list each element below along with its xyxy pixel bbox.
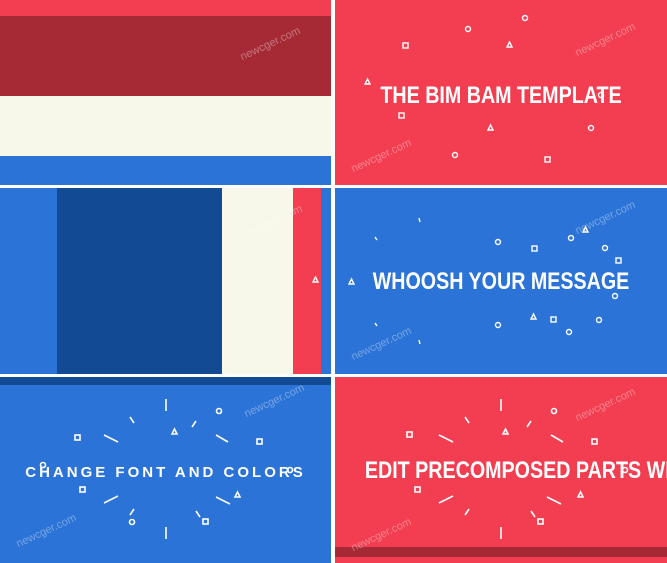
panel-flag-vertical: newcger.com <box>0 188 331 374</box>
panel-title: THE BIM BAM TEMPLATE <box>380 82 622 109</box>
panel-title: CHANGE FONT AND COLORS <box>25 464 306 481</box>
panel-whoosh: WHOOSH YOUR MESSAGE newcger.com newcger.… <box>335 188 667 374</box>
panel-title: WHOOSH YOUR MESSAGE <box>372 268 630 295</box>
panel-change-font: CHANGE FONT AND COLORS newcger.com newcg… <box>0 377 331 563</box>
stripe-cream <box>0 96 331 156</box>
panel-bim-bam: THE BIM BAM TEMPLATE newcger.com newcger… <box>335 0 667 185</box>
panel-flag-stripes: newcger.com <box>0 0 331 185</box>
stripe-dark-red <box>0 16 331 96</box>
panel-edit-precomposed: EDIT PRECOMPOSED PARTS WITH EASE newcger… <box>335 377 667 563</box>
panel-title: EDIT PRECOMPOSED PARTS WITH EASE <box>364 457 667 484</box>
stripe-blue <box>0 156 331 185</box>
